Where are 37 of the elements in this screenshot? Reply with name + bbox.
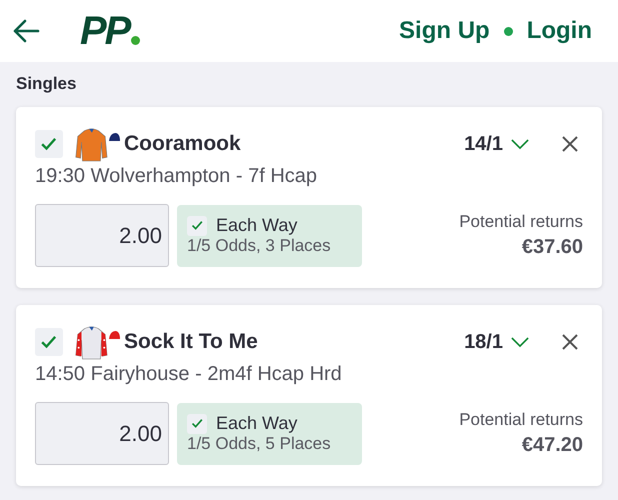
odds[interactable]: 14/1 [464, 132, 503, 156]
logo[interactable]: PP [80, 9, 130, 53]
select-checkbox[interactable] [35, 328, 63, 356]
section-title: Singles [15, 73, 78, 95]
close-icon[interactable] [562, 136, 578, 152]
each-way-option[interactable]: Each Way 1/5 Odds, 5 Places [177, 402, 362, 464]
back-arrow-icon[interactable] [12, 19, 40, 43]
returns-label: Potential returns [459, 212, 583, 232]
separator-dot-icon [504, 26, 513, 36]
each-way-checkbox[interactable] [187, 414, 207, 434]
returns-amount: €47.20 [522, 434, 583, 457]
each-way-terms: 1/5 Odds, 5 Places [187, 434, 332, 454]
checkmark-icon [190, 219, 204, 232]
each-way-label: Each Way [216, 215, 298, 236]
checkmark-icon [190, 417, 204, 430]
close-icon[interactable] [562, 334, 578, 350]
horse-name: Cooramook [124, 132, 241, 156]
checkmark-icon [40, 333, 58, 351]
stake-field[interactable]: 2.00 [35, 204, 169, 267]
race-info: 14:50 Fairyhouse - 2m4f Hcap Hrd [35, 363, 343, 386]
checkmark-icon [40, 135, 58, 153]
race-info: 19:30 Wolverhampton - 7f Hcap [35, 165, 318, 188]
header-link[interactable]: Sign Up [399, 17, 490, 45]
select-checkbox[interactable] [35, 130, 63, 158]
header-link[interactable]: Login [526, 17, 592, 45]
returns-amount: €37.60 [522, 236, 583, 259]
stake-field[interactable]: 2.00 [35, 402, 169, 465]
each-way-option[interactable]: Each Way 1/5 Odds, 3 Places [177, 204, 362, 266]
horse-name: Sock It To Me [124, 330, 258, 354]
odds[interactable]: 18/1 [464, 330, 503, 354]
chevron-down-icon[interactable] [511, 138, 529, 150]
logo-dot-icon [131, 36, 140, 45]
chevron-down-icon[interactable] [511, 336, 529, 348]
returns-label: Potential returns [459, 410, 583, 430]
each-way-checkbox[interactable] [187, 216, 207, 236]
each-way-terms: 1/5 Odds, 3 Places [187, 236, 332, 256]
each-way-label: Each Way [216, 413, 298, 434]
